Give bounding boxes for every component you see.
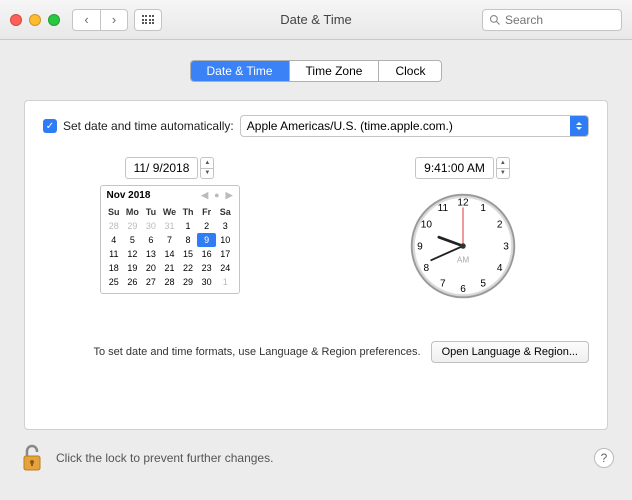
lock-icon[interactable]: [18, 442, 46, 474]
panel: ✓ Set date and time automatically: Apple…: [24, 100, 608, 430]
cal-day[interactable]: 20: [142, 261, 161, 275]
cal-day[interactable]: 21: [160, 261, 179, 275]
cal-day[interactable]: 11: [105, 247, 124, 261]
cal-day[interactable]: 5: [123, 233, 142, 247]
cal-day[interactable]: 4: [105, 233, 124, 247]
cal-day[interactable]: 14: [160, 247, 179, 261]
open-language-region-button[interactable]: Open Language & Region...: [431, 341, 589, 363]
time-field[interactable]: 9:41:00 AM: [415, 157, 494, 179]
auto-checkbox[interactable]: ✓: [43, 119, 57, 133]
svg-text:8: 8: [423, 263, 429, 274]
svg-text:2: 2: [496, 220, 502, 231]
cal-day[interactable]: 24: [216, 261, 235, 275]
svg-text:AM: AM: [456, 256, 469, 265]
tab-bar: Date & Time Time Zone Clock: [24, 60, 608, 82]
cal-day[interactable]: 22: [179, 261, 198, 275]
cal-day[interactable]: 17: [216, 247, 235, 261]
server-value: Apple Americas/U.S. (time.apple.com.): [247, 119, 453, 133]
cal-day[interactable]: 28: [160, 275, 179, 289]
cal-prev-icon: ◀: [201, 190, 208, 201]
forward-button[interactable]: ›: [100, 9, 128, 31]
tab-date-time[interactable]: Date & Time: [191, 61, 290, 81]
cal-day[interactable]: 2: [197, 219, 216, 233]
cal-day[interactable]: 25: [105, 275, 124, 289]
cal-day[interactable]: 8: [179, 233, 198, 247]
window-title: Date & Time: [280, 12, 352, 27]
cal-day[interactable]: 18: [105, 261, 124, 275]
time-stepper[interactable]: 9:41:00 AM ▲▼: [415, 157, 510, 179]
cal-day[interactable]: 26: [123, 275, 142, 289]
cal-day[interactable]: 19: [123, 261, 142, 275]
minimize-icon[interactable]: [29, 14, 41, 26]
cal-day[interactable]: 31: [160, 219, 179, 233]
calendar-month: Nov 2018: [107, 190, 202, 201]
search-input[interactable]: [505, 13, 615, 27]
zoom-icon[interactable]: [48, 14, 60, 26]
date-column: 11/ 9/2018 ▲▼ Nov 2018 ◀●▶ SuMoTuWeThFrS…: [53, 157, 286, 301]
svg-text:12: 12: [457, 198, 469, 209]
date-step-arrows[interactable]: ▲▼: [200, 157, 214, 179]
svg-text:10: 10: [420, 220, 432, 231]
cal-day[interactable]: 30: [197, 275, 216, 289]
server-select[interactable]: Apple Americas/U.S. (time.apple.com.): [240, 115, 589, 137]
search-field[interactable]: [482, 9, 622, 31]
show-all-button[interactable]: [134, 9, 162, 31]
help-button[interactable]: ?: [594, 448, 614, 468]
nav-buttons: ‹ ›: [72, 9, 128, 31]
svg-text:6: 6: [460, 284, 466, 295]
cal-day[interactable]: 6: [142, 233, 161, 247]
cal-day[interactable]: 10: [216, 233, 235, 247]
close-icon[interactable]: [10, 14, 22, 26]
cal-day[interactable]: 29: [123, 219, 142, 233]
cal-day[interactable]: 1: [216, 275, 235, 289]
cal-day[interactable]: 16: [197, 247, 216, 261]
search-icon: [489, 14, 501, 26]
calendar[interactable]: Nov 2018 ◀●▶ SuMoTuWeThFrSa 28293031123 …: [100, 185, 240, 294]
cal-day[interactable]: 3: [216, 219, 235, 233]
cal-day[interactable]: 28: [105, 219, 124, 233]
cal-next-icon: ▶: [226, 190, 233, 201]
cal-day[interactable]: 27: [142, 275, 161, 289]
svg-text:3: 3: [503, 242, 509, 253]
chevron-updown-icon: [570, 116, 588, 136]
svg-text:5: 5: [480, 278, 486, 289]
cal-day[interactable]: 12: [123, 247, 142, 261]
time-column: 9:41:00 AM ▲▼ 12 1 2 3 4 5 6 7 8 9: [346, 157, 579, 301]
footer: Click the lock to prevent further change…: [0, 430, 632, 486]
auto-row: ✓ Set date and time automatically: Apple…: [43, 115, 589, 137]
columns: 11/ 9/2018 ▲▼ Nov 2018 ◀●▶ SuMoTuWeThFrS…: [43, 157, 589, 301]
tab-time-zone[interactable]: Time Zone: [290, 61, 380, 81]
back-button[interactable]: ‹: [72, 9, 100, 31]
date-stepper[interactable]: 11/ 9/2018 ▲▼: [125, 157, 215, 179]
tab-clock[interactable]: Clock: [379, 61, 441, 81]
content: Date & Time Time Zone Clock ✓ Set date a…: [0, 40, 632, 430]
cal-day[interactable]: 30: [142, 219, 161, 233]
grid-icon: [142, 15, 155, 24]
cal-day[interactable]: 29: [179, 275, 198, 289]
cal-day[interactable]: 13: [142, 247, 161, 261]
cal-day[interactable]: 15: [179, 247, 198, 261]
svg-text:1: 1: [480, 203, 486, 214]
format-row: To set date and time formats, use Langua…: [43, 301, 589, 363]
cal-day[interactable]: 1: [179, 219, 198, 233]
date-field[interactable]: 11/ 9/2018: [125, 157, 199, 179]
svg-text:9: 9: [417, 242, 423, 253]
window-controls: [10, 14, 60, 26]
calendar-grid: SuMoTuWeThFrSa 28293031123 45678910 1112…: [101, 205, 239, 293]
cal-day[interactable]: 23: [197, 261, 216, 275]
time-step-arrows[interactable]: ▲▼: [496, 157, 510, 179]
calendar-header: Nov 2018 ◀ ● ▶: [101, 186, 239, 205]
svg-text:11: 11: [437, 203, 448, 214]
svg-text:7: 7: [440, 278, 446, 289]
calendar-nav[interactable]: ◀ ● ▶: [201, 190, 232, 201]
format-text: To set date and time formats, use Langua…: [43, 346, 421, 358]
lock-text: Click the lock to prevent further change…: [56, 451, 273, 465]
analog-clock: 12 1 2 3 4 5 6 7 8 9 10 11 AM: [408, 191, 518, 301]
auto-label: Set date and time automatically:: [63, 119, 234, 133]
cal-today-icon: ●: [214, 190, 219, 201]
cal-day[interactable]: 7: [160, 233, 179, 247]
titlebar: ‹ › Date & Time: [0, 0, 632, 40]
cal-day-selected[interactable]: 9: [197, 233, 216, 247]
svg-text:4: 4: [496, 263, 502, 274]
